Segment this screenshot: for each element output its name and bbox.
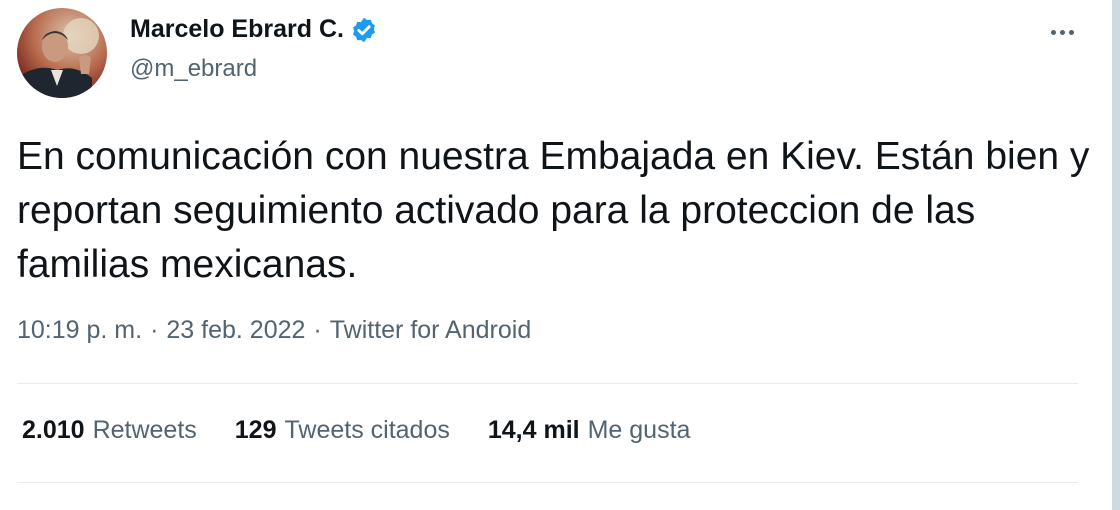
stat-retweets[interactable]: 2.010 Retweets bbox=[22, 416, 197, 445]
more-options-icon[interactable] bbox=[1044, 18, 1080, 46]
meta-separator: · bbox=[150, 316, 159, 344]
meta-separator: · bbox=[313, 316, 322, 344]
stat-likes[interactable]: 14,4 mil Me gusta bbox=[488, 416, 691, 445]
divider bbox=[17, 383, 1078, 384]
scrollbar-edge bbox=[1112, 0, 1120, 510]
tweet-source[interactable]: Twitter for Android bbox=[330, 316, 531, 345]
stat-label: Me gusta bbox=[587, 416, 691, 444]
tweet-card: Marcelo Ebrard C. @m_ebrard En comunicac… bbox=[0, 0, 1100, 510]
stat-label: Retweets bbox=[92, 416, 197, 444]
divider bbox=[17, 482, 1078, 483]
tweet-text: En comunicación con nuestra Embajada en … bbox=[17, 135, 1090, 286]
stat-quote-tweets[interactable]: 129 Tweets citados bbox=[235, 416, 450, 445]
tweet-stats: 2.010 Retweets 129 Tweets citados 14,4 m… bbox=[22, 416, 728, 445]
stat-label: Tweets citados bbox=[284, 416, 450, 444]
stat-value: 2.010 bbox=[22, 416, 85, 444]
tweet-date[interactable]: 23 feb. 2022 bbox=[166, 316, 305, 345]
author-handle[interactable]: @m_ebrard bbox=[130, 55, 257, 83]
tweet-time[interactable]: 10:19 p. m. bbox=[17, 316, 142, 345]
author-row[interactable]: Marcelo Ebrard C. bbox=[130, 15, 378, 44]
tweet-meta: 10:19 p. m. · 23 feb. 2022 · Twitter for… bbox=[17, 316, 531, 345]
stat-value: 129 bbox=[234, 416, 277, 444]
avatar[interactable] bbox=[17, 8, 107, 98]
author-name[interactable]: Marcelo Ebrard C. bbox=[130, 15, 344, 44]
verified-badge-icon bbox=[350, 16, 378, 44]
stat-value: 14,4 mil bbox=[487, 416, 580, 444]
